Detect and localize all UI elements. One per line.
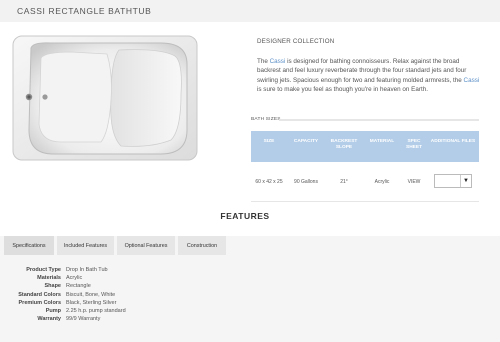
additional-files-select[interactable]: ▼ (434, 174, 472, 188)
spec-row: Shape Rectangle (0, 282, 126, 290)
spec-row: Materials Acrylic (0, 274, 126, 282)
product-name-highlight: Cassi (463, 76, 480, 84)
spec-sheet-view-link[interactable]: VIEW (401, 179, 427, 185)
spec-value: Biscuit, Bone, White (66, 291, 116, 298)
spec-key: Premium Colors (18, 299, 61, 306)
header-size: SIZE (263, 139, 275, 144)
spec-row: Standard Colors Biscuit, Bone, White (0, 291, 126, 299)
spec-value: 99/9 Warranty (66, 316, 101, 323)
collection-label: DESIGNER COLLECTION (257, 38, 335, 45)
tab-specifications[interactable]: Specifications (4, 236, 54, 255)
spec-key: Standard Colors (18, 291, 61, 298)
cell-material: Acrylic (374, 178, 390, 185)
spec-value: Rectangle (66, 283, 91, 290)
files-select-value (435, 175, 460, 187)
tab-included-features[interactable]: Included Features (57, 236, 114, 255)
bath-sizes-label: BATH SIZES (251, 117, 281, 122)
header-capacity: CAPACITY (293, 139, 319, 144)
spec-key: Warranty (37, 316, 61, 323)
spec-row: Pump 2.25 h.p. pump standard (0, 307, 126, 315)
table-row: 60 x 42 x 25 90 Gallons 21° Acrylic VIEW… (251, 162, 479, 202)
header-material: MATERIAL (369, 139, 395, 144)
features-heading: FEATURES (220, 211, 270, 221)
spec-row: Product Type Drop In Bath Tub (0, 266, 126, 274)
header-additional-files: ADDITIONAL FILES (430, 139, 476, 144)
bathtub-product-image[interactable] (11, 34, 199, 162)
header-spec-sheet: SPEC SHEET (406, 139, 422, 150)
spec-value: Drop In Bath Tub (66, 267, 108, 274)
spec-key: Pump (45, 308, 61, 315)
bath-sizes-divider (279, 119, 479, 121)
spec-row: Warranty 99/9 Warranty (0, 315, 126, 323)
cell-backrest-slope: 21° (340, 178, 348, 185)
jet-icon (42, 94, 48, 100)
spec-row: Premium Colors Black, Sterling Silver (0, 299, 126, 307)
product-description: The Cassi is designed for bathing connoi… (257, 58, 480, 93)
spec-value: Black, Sterling Silver (66, 299, 117, 306)
bath-sizes-table: SIZE CAPACITY BACKREST SLOPE MATERIAL SP… (251, 131, 479, 202)
tab-construction[interactable]: Construction (178, 236, 226, 255)
cell-capacity: 90 Gallons (294, 178, 318, 185)
feature-tabs: Specifications Included Features Optiona… (4, 236, 229, 255)
spec-key: Product Type (26, 267, 61, 274)
spec-key: Shape (44, 283, 61, 290)
specifications-list: Product Type Drop In Bath Tub Materials Ac… (0, 266, 126, 323)
spec-key: Materials (37, 275, 61, 282)
spec-value: 2.25 h.p. pump standard (66, 308, 126, 315)
cell-additional-files: ▼ (427, 174, 479, 189)
header-backrest-slope: BACKREST SLOPE (330, 139, 358, 150)
tab-optional-features[interactable]: Optional Features (117, 236, 175, 255)
cell-size: 60 x 42 x 25 (255, 178, 283, 185)
page-title: CASSI RECTANGLE BATHTUB (17, 6, 152, 16)
product-name-highlight: Cassi (269, 58, 286, 65)
spec-value: Acrylic (66, 275, 83, 282)
table-header-row: SIZE CAPACITY BACKREST SLOPE MATERIAL SP… (251, 131, 479, 162)
caret-down-icon: ▼ (460, 175, 471, 187)
